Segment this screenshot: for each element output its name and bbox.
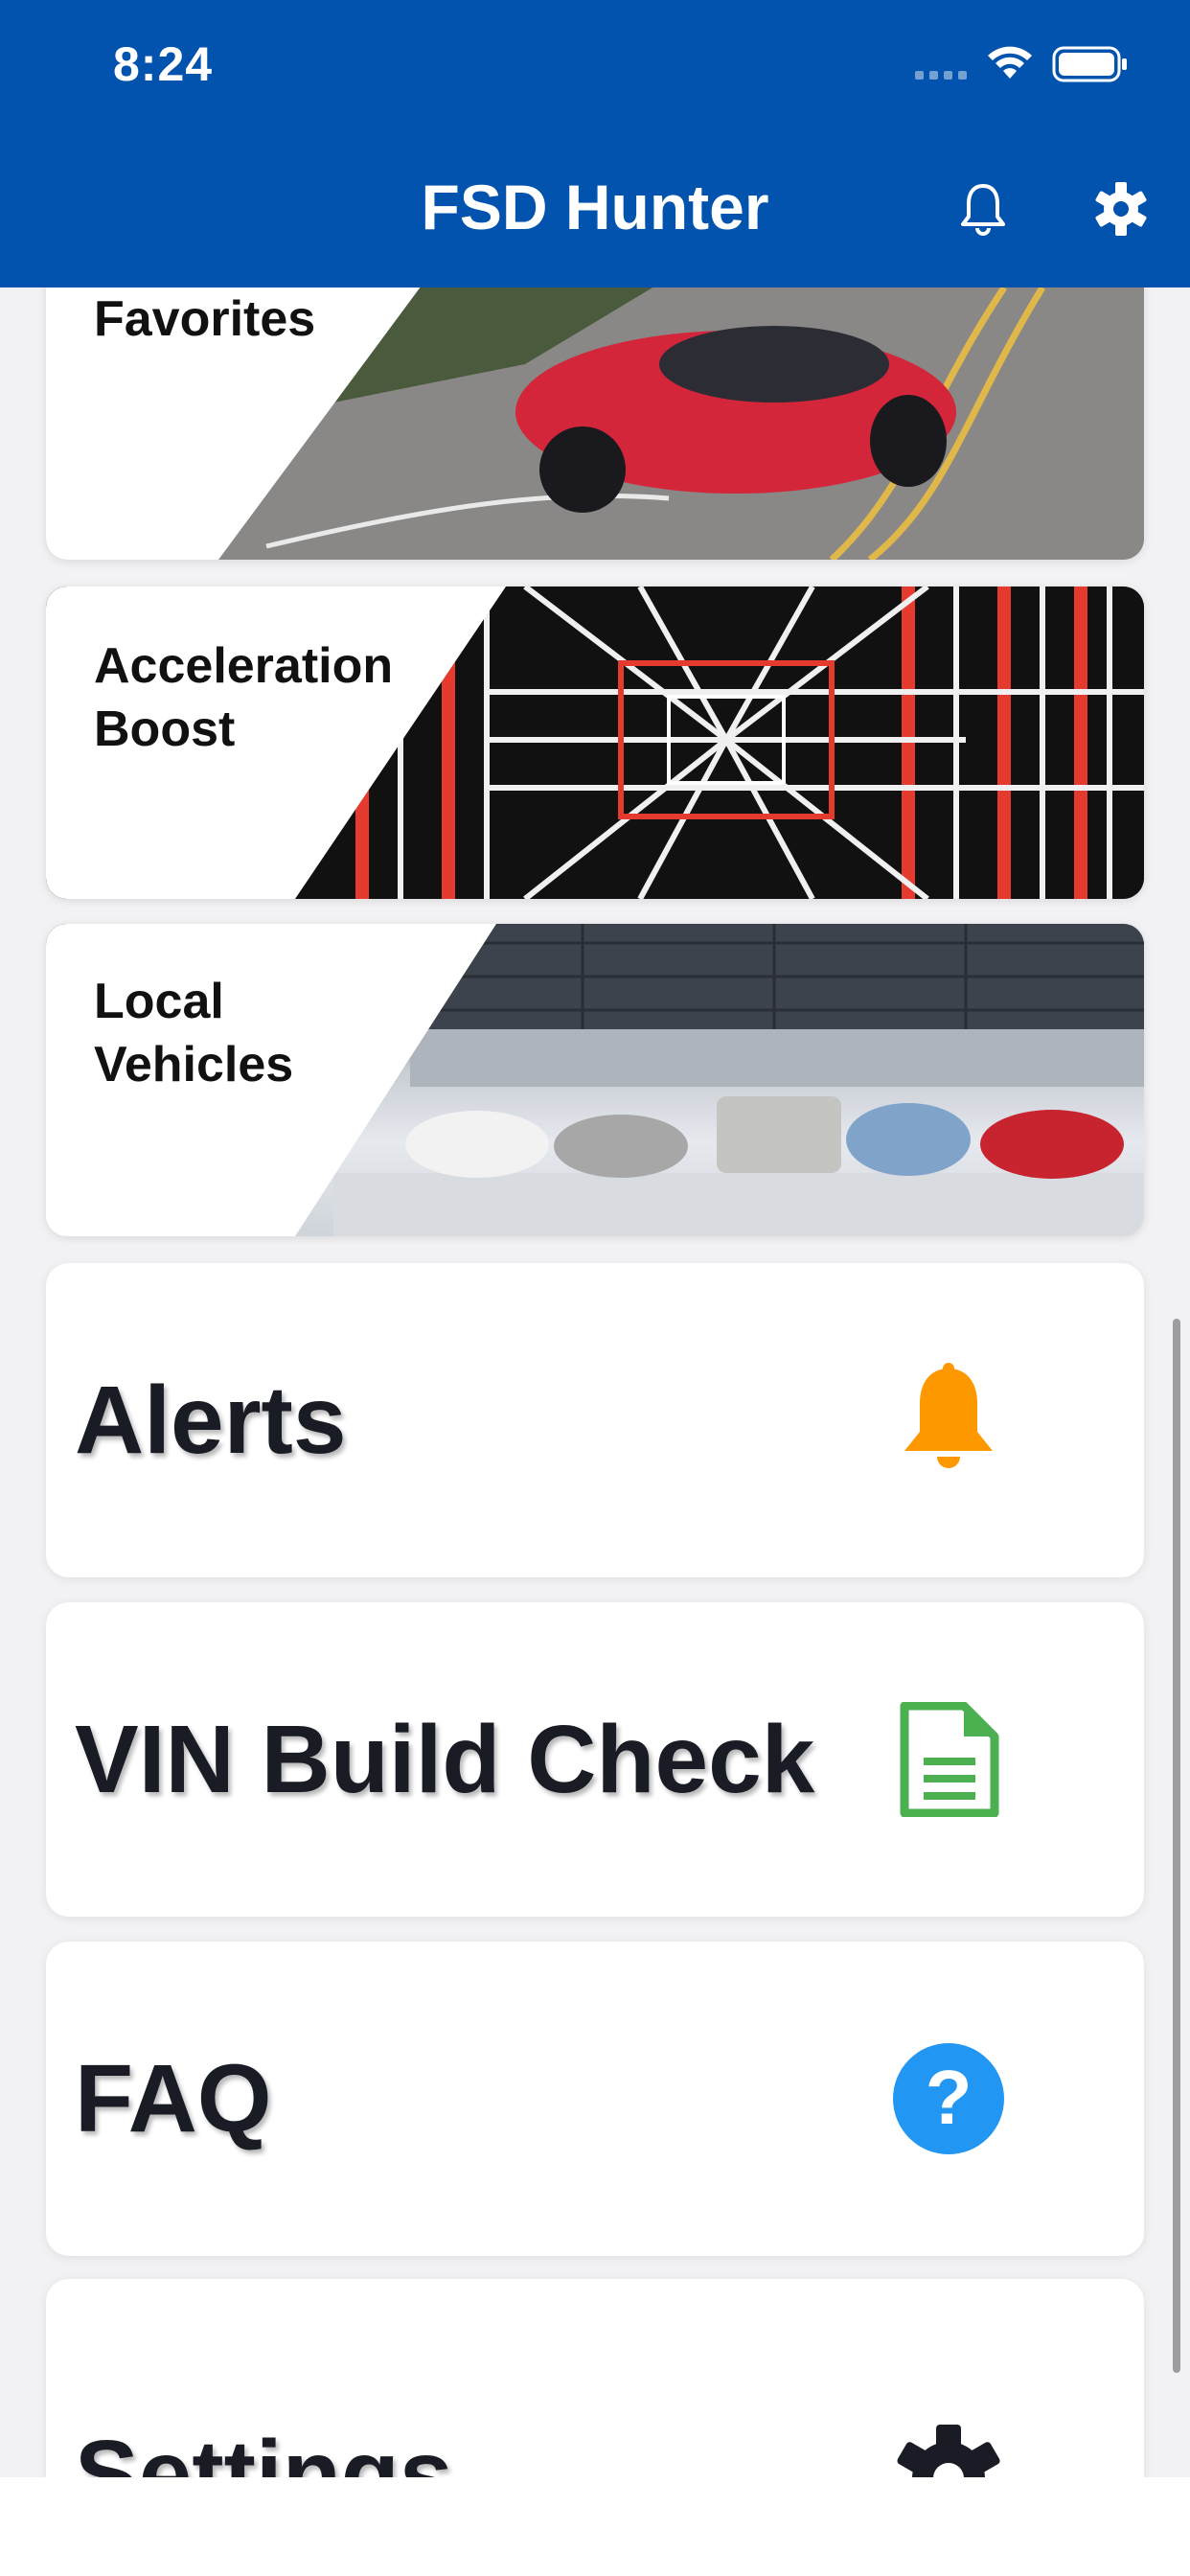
scrollbar[interactable] bbox=[1173, 1319, 1180, 2373]
acceleration-boost-card[interactable]: Acceleration Boost bbox=[46, 586, 1144, 899]
app-title: FSD Hunter bbox=[421, 172, 769, 242]
acceleration-boost-label-line1: Acceleration bbox=[94, 638, 394, 694]
faq-label: FAQ bbox=[75, 2044, 272, 2152]
cellular-signal-icon bbox=[915, 71, 967, 80]
question-icon: ? bbox=[893, 2043, 1004, 2154]
alerts-card[interactable]: Alerts bbox=[46, 1263, 1144, 1577]
bottom-area bbox=[0, 2477, 1190, 2576]
notifications-bell-icon[interactable] bbox=[958, 180, 1008, 238]
svg-text:?: ? bbox=[926, 2055, 973, 2140]
local-vehicles-label: Local Vehicles bbox=[94, 970, 293, 1096]
alerts-label: Alerts bbox=[75, 1366, 347, 1474]
vin-build-check-label: VIN Build Check bbox=[75, 1705, 815, 1813]
favorites-card[interactable]: Favorites bbox=[46, 249, 1144, 560]
bell-icon bbox=[904, 1363, 993, 1468]
app-header: 8:24 FSD Hunter bbox=[0, 0, 1190, 288]
status-time: 8:24 bbox=[113, 37, 214, 91]
settings-gear-icon[interactable] bbox=[1092, 180, 1150, 238]
local-vehicles-card[interactable]: Local Vehicles bbox=[46, 924, 1144, 1236]
wifi-icon bbox=[988, 46, 1032, 79]
acceleration-boost-label-line2: Boost bbox=[94, 702, 236, 757]
acceleration-boost-label: Acceleration Boost bbox=[94, 634, 393, 761]
battery-icon bbox=[1052, 46, 1127, 82]
local-vehicles-label-line1: Local bbox=[94, 974, 224, 1029]
document-icon bbox=[900, 1702, 999, 1817]
favorites-label: Favorites bbox=[94, 291, 316, 347]
local-vehicles-label-line2: Vehicles bbox=[94, 1037, 294, 1092]
faq-card[interactable]: FAQ ? bbox=[46, 1942, 1144, 2256]
vin-build-check-card[interactable]: VIN Build Check bbox=[46, 1602, 1144, 1917]
